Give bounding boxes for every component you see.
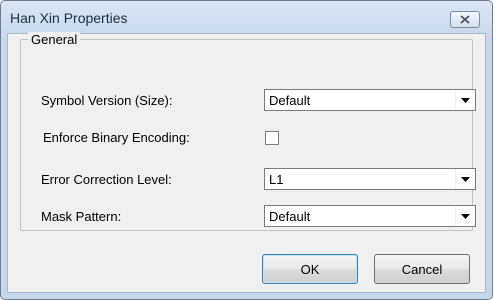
close-icon (460, 15, 470, 24)
symbol-version-value: Default (269, 93, 311, 108)
error-correction-value: L1 (269, 172, 284, 187)
window-title: Han Xin Properties (10, 10, 128, 26)
title-bar[interactable]: Han Xin Properties (1, 1, 492, 33)
enforce-binary-label: Enforce Binary Encoding: (43, 130, 190, 145)
general-group-label: General (28, 32, 81, 47)
mask-pattern-dropdown[interactable]: Default (264, 205, 476, 227)
symbol-version-dropdown[interactable]: Default (264, 89, 476, 111)
mask-pattern-value: Default (269, 209, 311, 224)
symbol-version-label: Symbol Version (Size): (41, 93, 173, 108)
error-correction-label: Error Correction Level: (41, 172, 172, 187)
chevron-down-icon[interactable] (455, 206, 475, 226)
mask-pattern-label: Mask Pattern: (41, 209, 122, 224)
enforce-binary-checkbox[interactable] (265, 131, 279, 145)
ok-button-label: OK (300, 261, 320, 277)
cancel-button-label: Cancel (401, 261, 443, 277)
chevron-down-icon[interactable] (455, 90, 475, 110)
chevron-down-icon[interactable] (455, 169, 475, 189)
cancel-button[interactable]: Cancel (374, 254, 470, 284)
error-correction-dropdown[interactable]: L1 (264, 168, 476, 190)
close-button[interactable] (450, 11, 480, 28)
ok-button[interactable]: OK (262, 254, 358, 284)
